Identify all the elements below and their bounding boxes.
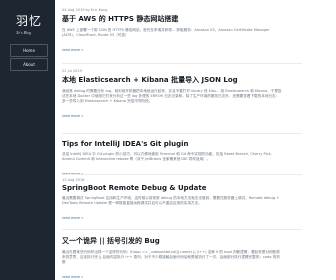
post-title[interactable]: SpringBoot Remote Debug & Update: [62, 184, 282, 192]
post-item: 又一个诡异 || 括号引发的 Bug 最近在看某些代码时出现一个这样的代码：if…: [62, 234, 282, 280]
post-excerpt: 总结 IntelliJ IDEA 中 Git plugin 的小技巧，可以方便地…: [62, 152, 272, 161]
post-divider: [62, 133, 302, 134]
post-title[interactable]: 基于 AWS 的 HTTPS 静态网站搭建: [62, 14, 282, 24]
post-meta: 13 Aug 2018: [62, 178, 85, 182]
read-more-link[interactable]: read more »: [62, 216, 83, 220]
nav-item-home[interactable]: Home: [10, 44, 48, 57]
blog-title[interactable]: 羽忆: [16, 12, 42, 29]
post-divider: [62, 174, 302, 175]
read-more-link[interactable]: read more »: [62, 275, 83, 279]
post-meta: 04 Aug 2019 by Eric Kong: [62, 8, 108, 12]
post-title[interactable]: 又一个诡异 || 括号引发的 Bug: [62, 236, 282, 246]
post-title[interactable]: 本地 Elasticsearch + Kibana 批量导入 JSON Log: [62, 75, 282, 85]
post-item: 13 Aug 2018 SpringBoot Remote Debug & Up…: [62, 178, 282, 224]
post-divider: [62, 229, 302, 230]
post-item: 04 Aug 2019 by Eric Kong 基于 AWS 的 HTTPS …: [62, 8, 282, 56]
post-excerpt: 最近在看某些代码时出现一个这样的代码：if(app == _usbIsolate…: [62, 250, 280, 264]
blog-subtitle: Xe's Blog: [16, 30, 32, 35]
post-divider: [62, 63, 302, 64]
read-more-link[interactable]: read more »: [62, 114, 83, 118]
post-excerpt: 在 AWS 上部署一个带 CDN 的 HTTPS 静态网站，首先在申请并获得..…: [62, 28, 270, 37]
post-excerpt: 最近需要调试 SpringBoot 应用和生产环境，这时候以前常常 debug …: [62, 196, 280, 205]
read-more-link[interactable]: read more »: [62, 48, 83, 52]
post-excerpt: 我经常 debug 时需要分析 log，就利用开机器把本地就运行起来，并且不要打…: [62, 89, 282, 103]
post-title[interactable]: Tips for IntelliJ IDEA's Git plugin: [62, 140, 282, 148]
post-item: 22 Jul 2019 本地 Elasticsearch + Kibana 批量…: [62, 69, 282, 122]
sidebar: 羽忆 Xe's Blog Home About: [0, 0, 55, 280]
nav-item-about[interactable]: About: [10, 58, 48, 71]
post-list: 04 Aug 2019 by Eric Kong 基于 AWS 的 HTTPS …: [55, 0, 336, 280]
post-meta: 22 Jul 2019: [62, 69, 82, 73]
